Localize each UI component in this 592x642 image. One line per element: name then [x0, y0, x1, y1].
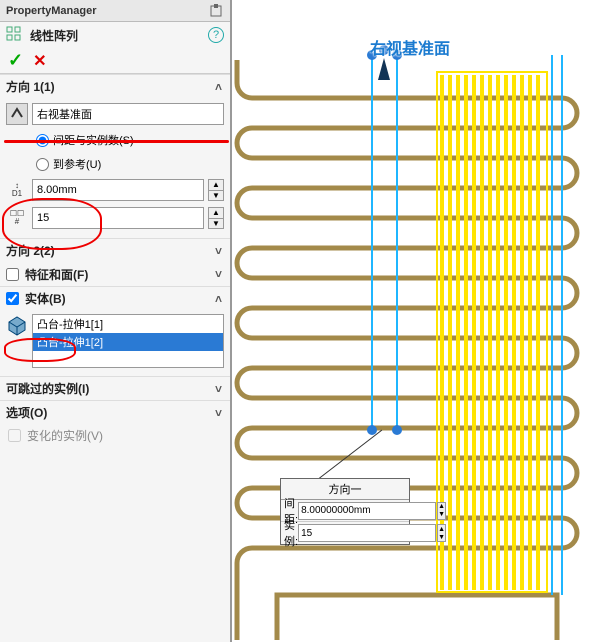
solid-body-icon [6, 314, 28, 336]
vary-instances-checkbox [8, 429, 21, 442]
chevron-up-icon: ˄ [215, 80, 222, 94]
pm-title-text: PropertyManager [6, 5, 96, 17]
pm-title-bar: PropertyManager [0, 0, 230, 22]
spacing-icon: ↕D1 [6, 179, 28, 201]
help-icon[interactable]: ? [208, 27, 224, 43]
callout-instances-input[interactable] [298, 524, 436, 542]
section-features-label: 特征和面(F) [25, 266, 88, 283]
callout-instances-label: 实例: [281, 517, 298, 549]
direction-callout[interactable]: 方向一 间距: ▲▼ 实例: ▲▼ [280, 478, 410, 545]
callout-spacing-input[interactable] [298, 502, 436, 520]
linear-pattern-icon [6, 26, 24, 44]
chevron-down-icon: ˅ [215, 267, 222, 281]
instances-spinner[interactable]: ▲▼ [208, 207, 224, 229]
section-skip-header[interactable]: 可跳过的实例(I) ˅ [0, 376, 230, 400]
section-options-label: 选项(O) [6, 404, 47, 421]
section-direction2-label: 方向 2(2) [6, 242, 55, 259]
chevron-down-icon: ˅ [215, 382, 222, 396]
callout-title: 方向一 [281, 479, 409, 500]
instances-input[interactable] [32, 207, 204, 229]
list-item[interactable]: 凸台-拉伸1[1] [33, 315, 223, 333]
pin-icon[interactable] [208, 3, 224, 19]
reverse-direction-icon[interactable] [6, 103, 28, 125]
callout-spacing-spinner[interactable]: ▲▼ [437, 502, 446, 520]
section-bodies-label: 实体(B) [25, 290, 66, 307]
bodies-checkbox[interactable] [6, 292, 19, 305]
chevron-up-icon: ˄ [215, 292, 222, 306]
section-bodies-header[interactable]: 实体(B) ˄ [0, 286, 230, 310]
features-checkbox[interactable] [6, 268, 19, 281]
command-label: 线性阵列 [30, 27, 202, 44]
annotation-underline [4, 140, 229, 143]
list-item[interactable]: 凸台-拉伸1[2] [33, 333, 223, 351]
ok-button[interactable]: ✓ [8, 50, 23, 71]
section-direction1-body: 间距与实例数(S) 到参考(U) ↕D1 ▲▼ ☐☐# ▲▼ [0, 98, 230, 238]
property-manager-panel: PropertyManager 线性阵列 ? ✓ ✕ 方向 1(1) ˄ 间距与… [0, 0, 232, 642]
chevron-down-icon: ˅ [215, 244, 222, 258]
section-features-header[interactable]: 特征和面(F) ˅ [0, 262, 230, 286]
direction-reference-input[interactable] [32, 103, 224, 125]
spacing-input[interactable] [32, 179, 204, 201]
viewport-ref-plane-label: 右视基准面 [370, 35, 450, 59]
spacing-spinner[interactable]: ▲▼ [208, 179, 224, 201]
section-direction1-header[interactable]: 方向 1(1) ˄ [0, 74, 230, 98]
section-direction1-label: 方向 1(1) [6, 78, 55, 95]
cancel-button[interactable]: ✕ [33, 51, 46, 71]
section-bodies-body: 凸台-拉伸1[1] 凸台-拉伸1[2] [0, 310, 230, 376]
radio-up-to-reference[interactable] [36, 158, 49, 171]
section-skip-label: 可跳过的实例(I) [6, 380, 89, 397]
callout-instances-spinner[interactable]: ▲▼ [437, 524, 446, 542]
chevron-down-icon: ˅ [215, 406, 222, 420]
bodies-list[interactable]: 凸台-拉伸1[1] 凸台-拉伸1[2] [32, 314, 224, 368]
section-options-header[interactable]: 选项(O) ˅ [0, 400, 230, 424]
vary-instances-label: 变化的实例(V) [27, 427, 103, 444]
section-direction2-header[interactable]: 方向 2(2) ˅ [0, 238, 230, 262]
radio-up-to-reference-label: 到参考(U) [53, 156, 101, 172]
instances-icon: ☐☐# [6, 207, 28, 229]
